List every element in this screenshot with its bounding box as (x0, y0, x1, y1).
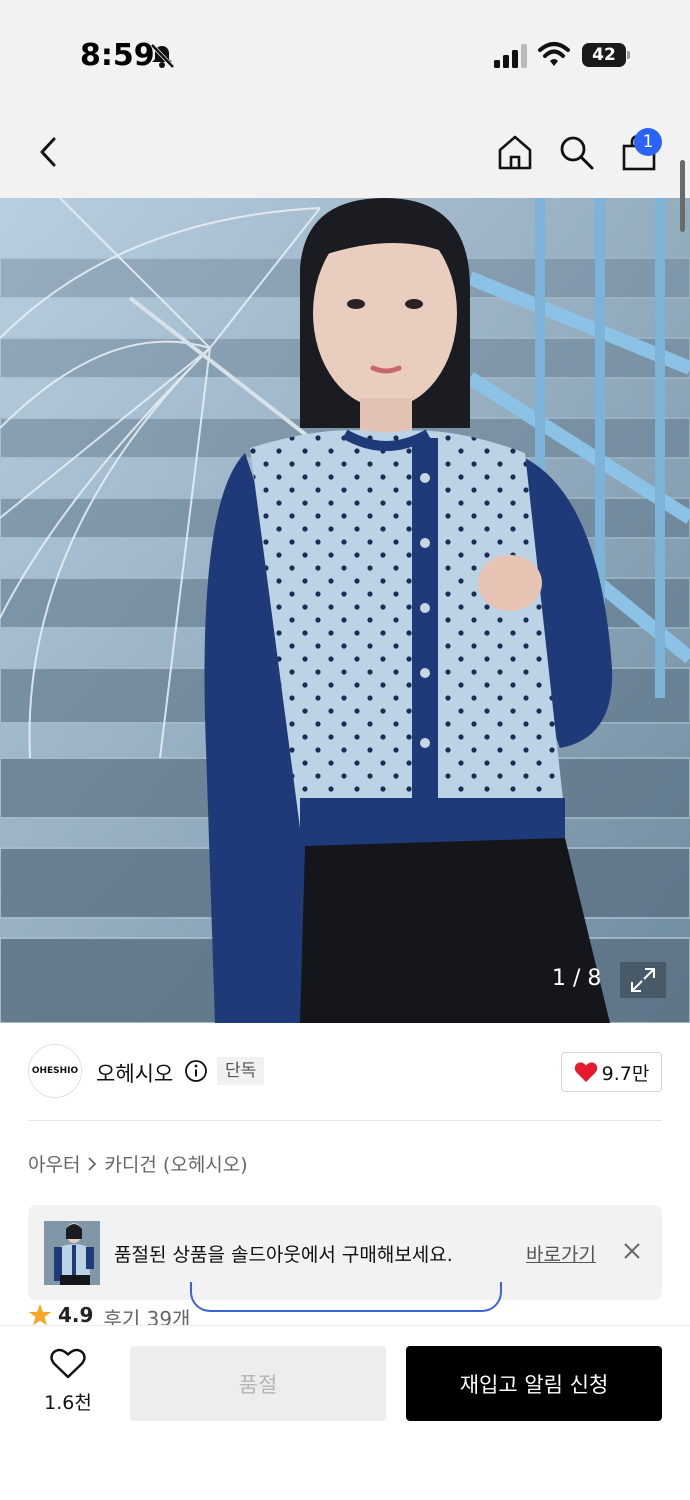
rating-value: 4.9 (58, 1303, 94, 1327)
search-button[interactable] (554, 130, 598, 174)
toast-thumbnail (44, 1221, 100, 1285)
battery-icon: 42 (582, 43, 630, 67)
top-nav-bar (0, 110, 690, 198)
brand-like-count: 9.7만 (601, 1062, 650, 1085)
brand-like-button[interactable]: 9.7만 (561, 1052, 662, 1092)
battery-level: 42 (592, 45, 616, 65)
image-counter: 1 / 8 (552, 966, 602, 991)
brand-name[interactable]: 오헤시오 (96, 1058, 173, 1088)
brand-row: OHESHIO 오헤시오 단독 9.7만 (28, 1044, 662, 1100)
home-button[interactable] (493, 130, 537, 174)
wishlist-count: 1.6천 (44, 1392, 92, 1414)
status-time: 8:59 (80, 38, 155, 73)
cellular-signal-icon (494, 44, 527, 68)
sold-out-button[interactable]: 품절 (130, 1346, 386, 1421)
breadcrumb-subcategory[interactable]: 카디건 (오헤시오) (104, 1150, 247, 1177)
back-chevron-icon (40, 137, 56, 167)
brand-logo[interactable]: OHESHIO (28, 1044, 82, 1098)
home-icon (498, 135, 532, 170)
status-bar: 8:59 42 (0, 0, 690, 110)
expand-image-button[interactable] (620, 962, 666, 998)
info-icon[interactable] (184, 1059, 208, 1083)
breadcrumb-category[interactable]: 아우터 (28, 1150, 80, 1177)
expand-icon (631, 968, 655, 992)
heart-outline-icon (50, 1348, 86, 1379)
coupon-pill-peek[interactable] (190, 1282, 502, 1312)
wifi-icon (538, 42, 570, 66)
scroll-indicator[interactable] (680, 160, 685, 232)
heart-filled-icon (574, 1062, 597, 1082)
close-icon[interactable] (622, 1241, 642, 1261)
restock-alert-button[interactable]: 재입고 알림 신청 (406, 1346, 662, 1421)
back-button[interactable] (26, 130, 70, 174)
divider (28, 1120, 662, 1121)
wishlist-button[interactable]: 1.6천 (40, 1348, 96, 1420)
search-icon (560, 136, 594, 170)
bottom-action-bar: 1.6천 품절 재입고 알림 신청 (0, 1325, 690, 1500)
star-icon (29, 1304, 51, 1326)
cart-count-badge: 1 (634, 128, 662, 156)
exclusive-badge: 단독 (217, 1057, 265, 1085)
chevron-right-icon (88, 1156, 97, 1171)
product-image[interactable] (0, 198, 690, 1023)
toast-go-link[interactable]: 바로가기 (526, 1240, 596, 1267)
toast-message: 품절된 상품을 솔드아웃에서 구매해보세요. (114, 1244, 453, 1266)
bell-off-icon (150, 43, 175, 69)
breadcrumb: 아우터 카디건 (오헤시오) (28, 1150, 248, 1177)
product-photo-illustration (0, 198, 690, 1023)
